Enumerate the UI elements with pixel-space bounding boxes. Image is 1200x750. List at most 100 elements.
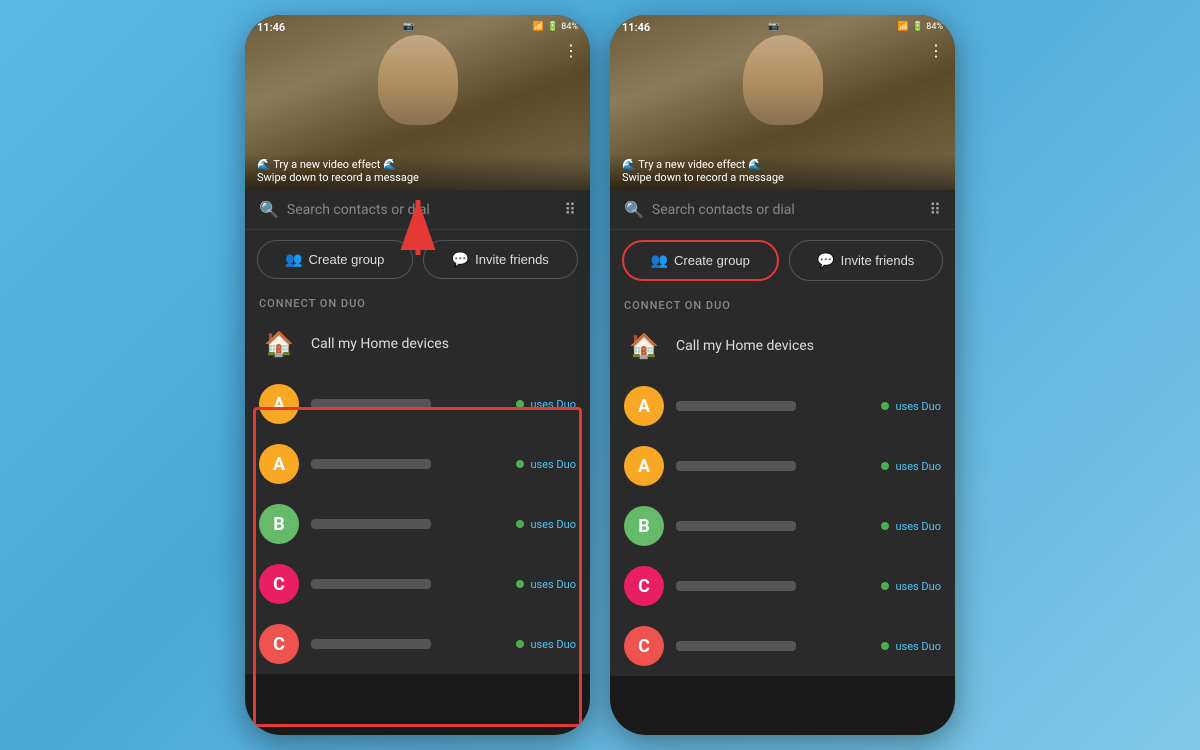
contact-info-right-3 xyxy=(676,581,869,591)
three-dots-left[interactable]: ⋮ xyxy=(563,41,580,60)
uses-duo-text-right-1: uses Duo xyxy=(895,460,941,473)
contacts-list-right: A uses Duo A uses Duo xyxy=(610,376,955,676)
invite-friends-label-left: Invite friends xyxy=(475,252,549,267)
create-group-label-right: Create group xyxy=(674,253,750,268)
contact-name-blur-left-0 xyxy=(311,399,431,409)
green-dot-right-3 xyxy=(881,582,889,590)
notification-text2-left: Swipe down to record a message xyxy=(257,171,578,184)
search-input-right[interactable]: Search contacts or dial xyxy=(652,202,921,218)
create-group-button-right[interactable]: 👥 Create group xyxy=(622,240,779,281)
contact-status-left-0: uses Duo xyxy=(516,398,576,411)
contact-row-left-1[interactable]: A uses Duo xyxy=(245,434,590,494)
uses-duo-text-left-1: uses Duo xyxy=(530,458,576,471)
signal-icon: 📶 xyxy=(533,22,544,32)
home-device-row-left[interactable]: 🏠 Call my Home devices xyxy=(245,314,590,374)
search-icon-left: 🔍 xyxy=(259,200,279,219)
contact-info-right-1 xyxy=(676,461,869,471)
battery-text-left: 84% xyxy=(561,22,578,32)
camera-view-right: 11:46 📷 📶 🔋 84% ⋮ 🌊 Try a new video effe… xyxy=(610,15,955,190)
notification-text1-left: 🌊 Try a new video effect 🌊 xyxy=(257,158,578,171)
search-icon-right: 🔍 xyxy=(624,200,644,219)
signal-icon-right: 📶 xyxy=(898,22,909,32)
contact-info-left-4 xyxy=(311,639,504,649)
contact-row-left-3[interactable]: C uses Duo xyxy=(245,554,590,614)
status-icon-left: 📷 xyxy=(403,22,414,32)
contact-name-blur-left-1 xyxy=(311,459,431,469)
contact-name-blur-right-2 xyxy=(676,521,796,531)
wifi-icon: 🔋 xyxy=(547,22,558,32)
contact-name-blur-left-2 xyxy=(311,519,431,529)
home-device-row-right[interactable]: 🏠 Call my Home devices xyxy=(610,316,955,376)
invite-friends-icon-right: 💬 xyxy=(817,252,834,269)
search-input-left[interactable]: Search contacts or dial xyxy=(287,202,556,218)
right-phone: 11:46 📷 📶 🔋 84% ⋮ 🌊 Try a new video effe… xyxy=(610,15,955,735)
contact-row-right-4[interactable]: C uses Duo xyxy=(610,616,955,676)
create-group-button-left[interactable]: 👥 Create group xyxy=(257,240,413,279)
dial-pad-icon-left[interactable]: ⠿ xyxy=(564,200,576,219)
contact-info-right-0 xyxy=(676,401,869,411)
contact-info-left-2 xyxy=(311,519,504,529)
status-icons-left: 📶 🔋 84% xyxy=(533,22,578,32)
contact-name-blur-right-4 xyxy=(676,641,796,651)
contact-name-blur-left-3 xyxy=(311,579,431,589)
contact-row-right-3[interactable]: C uses Duo xyxy=(610,556,955,616)
uses-duo-text-left-3: uses Duo xyxy=(530,578,576,591)
search-bar-left[interactable]: 🔍 Search contacts or dial ⠿ xyxy=(245,190,590,230)
invite-friends-button-right[interactable]: 💬 Invite friends xyxy=(789,240,944,281)
status-bar-right: 11:46 📷 📶 🔋 84% xyxy=(610,15,955,39)
green-dot-right-4 xyxy=(881,642,889,650)
green-dot-left-0 xyxy=(516,400,524,408)
battery-text-right: 84% xyxy=(926,22,943,32)
avatar-right-1: A xyxy=(624,446,664,486)
create-group-icon-left: 👥 xyxy=(285,251,302,268)
contact-row-right-0[interactable]: A uses Duo xyxy=(610,376,955,436)
avatar-left-3: C xyxy=(259,564,299,604)
avatar-right-3: C xyxy=(624,566,664,606)
contacts-list-left: A uses Duo A uses Duo xyxy=(245,374,590,674)
contact-info-left-1 xyxy=(311,459,504,469)
status-time-left: 11:46 xyxy=(257,21,285,34)
status-time-right: 11:46 xyxy=(622,21,650,34)
contact-row-left-2[interactable]: B uses Duo xyxy=(245,494,590,554)
avatar-right-4: C xyxy=(624,626,664,666)
uses-duo-text-right-3: uses Duo xyxy=(895,580,941,593)
left-phone: 11:46 📷 📶 🔋 84% ⋮ 🌊 Try a new video effe… xyxy=(245,15,590,735)
camera-view-left: 11:46 📷 📶 🔋 84% ⋮ 🌊 Try a new video effe… xyxy=(245,15,590,190)
action-buttons-left: 👥 Create group 💬 Invite friends xyxy=(245,230,590,289)
contact-row-right-1[interactable]: A uses Duo xyxy=(610,436,955,496)
bottom-sheet-right: 🔍 Search contacts or dial ⠿ 👥 Create gro… xyxy=(610,190,955,676)
contact-row-right-2[interactable]: B uses Duo xyxy=(610,496,955,556)
dial-pad-icon-right[interactable]: ⠿ xyxy=(929,200,941,219)
avatar-left-1: A xyxy=(259,444,299,484)
green-dot-right-1 xyxy=(881,462,889,470)
section-label-left: CONNECT ON DUO xyxy=(245,289,590,314)
green-dot-left-3 xyxy=(516,580,524,588)
green-dot-left-1 xyxy=(516,460,524,468)
contact-row-left-4[interactable]: C uses Duo xyxy=(245,614,590,674)
avatar-right-2: B xyxy=(624,506,664,546)
contact-status-left-1: uses Duo xyxy=(516,458,576,471)
section-label-right: CONNECT ON DUO xyxy=(610,291,955,316)
contact-status-right-4: uses Duo xyxy=(881,640,941,653)
contact-name-blur-right-1 xyxy=(676,461,796,471)
invite-friends-icon-left: 💬 xyxy=(452,251,469,268)
contact-name-blur-left-4 xyxy=(311,639,431,649)
search-bar-right[interactable]: 🔍 Search contacts or dial ⠿ xyxy=(610,190,955,230)
contact-info-right-4 xyxy=(676,641,869,651)
uses-duo-text-left-0: uses Duo xyxy=(530,398,576,411)
three-dots-right[interactable]: ⋮ xyxy=(928,41,945,60)
invite-friends-button-left[interactable]: 💬 Invite friends xyxy=(423,240,579,279)
uses-duo-text-left-2: uses Duo xyxy=(530,518,576,531)
notification-bar-left: 🌊 Try a new video effect 🌊 Swipe down to… xyxy=(245,154,590,190)
green-dot-left-4 xyxy=(516,640,524,648)
contact-name-blur-right-3 xyxy=(676,581,796,591)
avatar-right-0: A xyxy=(624,386,664,426)
uses-duo-text-right-2: uses Duo xyxy=(895,520,941,533)
green-dot-right-0 xyxy=(881,402,889,410)
contact-name-blur-right-0 xyxy=(676,401,796,411)
contact-row-left-0[interactable]: A uses Duo xyxy=(245,374,590,434)
action-buttons-right: 👥 Create group 💬 Invite friends xyxy=(610,230,955,291)
status-bar-left: 11:46 📷 📶 🔋 84% xyxy=(245,15,590,39)
avatar-left-4: C xyxy=(259,624,299,664)
contact-status-right-2: uses Duo xyxy=(881,520,941,533)
